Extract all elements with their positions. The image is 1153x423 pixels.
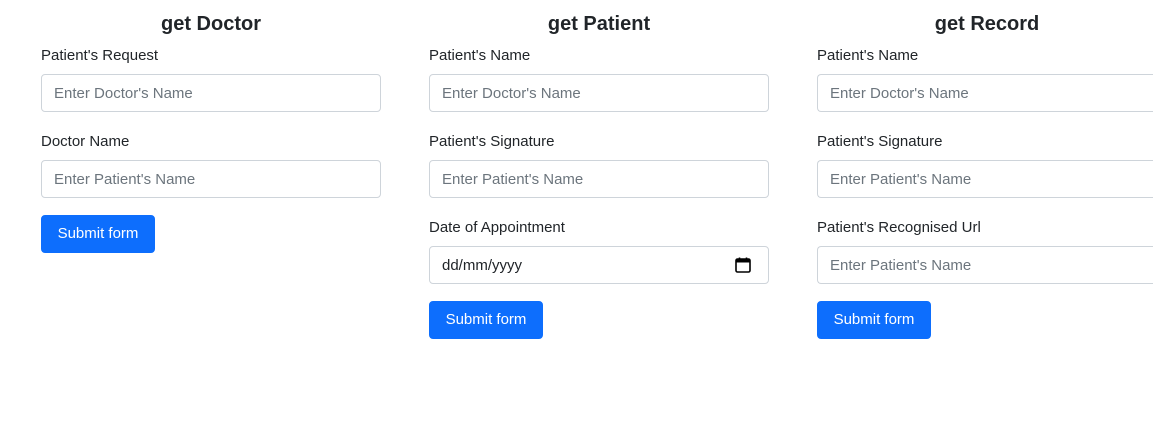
- doctor-name-field: Doctor Name: [41, 132, 381, 198]
- appointment-date-input[interactable]: dd/mm/yyyy: [429, 246, 769, 284]
- patient-request-input[interactable]: [41, 74, 381, 112]
- doctor-submit-button[interactable]: Submit form: [41, 215, 155, 253]
- record-form-title: get Record: [934, 13, 1040, 35]
- patient-request-label: Patient's Request: [41, 47, 159, 64]
- record-submit-button[interactable]: Submit form: [817, 301, 931, 339]
- record-patient-signature-input[interactable]: [817, 160, 1153, 198]
- record-form: get Record Patient's Name Patient's Sign…: [817, 0, 1153, 423]
- patient-name-input[interactable]: [429, 74, 769, 112]
- record-patient-name-field: Patient's Name: [817, 46, 1153, 112]
- patient-name-field: Patient's Name: [429, 46, 769, 112]
- record-patient-signature-label: Patient's Signature: [817, 133, 943, 150]
- patient-signature-field: Patient's Signature: [429, 132, 769, 198]
- patient-form-title: get Patient: [547, 13, 651, 35]
- record-patient-signature-field: Patient's Signature: [817, 132, 1153, 198]
- patient-signature-label: Patient's Signature: [429, 133, 555, 150]
- recognised-url-input[interactable]: [817, 246, 1153, 284]
- record-patient-name-label: Patient's Name: [817, 47, 919, 64]
- doctor-name-input[interactable]: [41, 160, 381, 198]
- recognised-url-field: Patient's Recognised Url: [817, 218, 1153, 284]
- record-patient-name-input[interactable]: [817, 74, 1153, 112]
- date-placeholder: dd/mm/yyyy: [442, 256, 523, 274]
- patient-submit-button[interactable]: Submit form: [429, 301, 543, 339]
- recognised-url-label: Patient's Recognised Url: [817, 219, 981, 236]
- appointment-date-label: Date of Appointment: [429, 219, 565, 236]
- patient-request-field: Patient's Request: [41, 46, 381, 112]
- doctor-name-label: Doctor Name: [41, 133, 130, 150]
- calendar-icon[interactable]: [734, 256, 752, 274]
- doctor-form-title: get Doctor: [161, 13, 261, 35]
- patient-name-label: Patient's Name: [429, 47, 531, 64]
- appointment-date-field: Date of Appointment dd/mm/yyyy: [429, 218, 769, 284]
- patient-signature-input[interactable]: [429, 160, 769, 198]
